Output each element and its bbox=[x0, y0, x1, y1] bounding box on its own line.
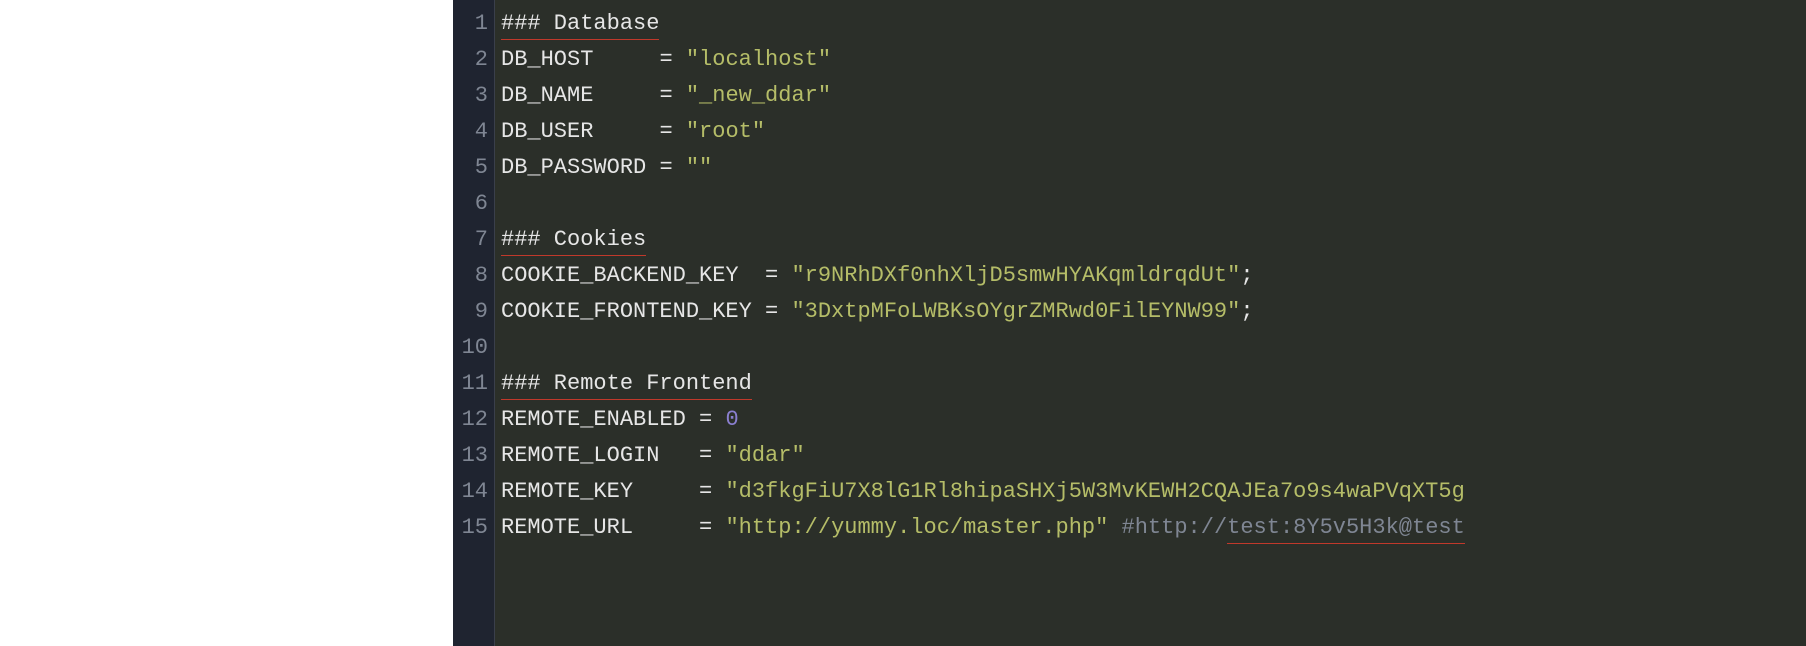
variable-name: COOKIE_FRONTEND_KEY bbox=[501, 299, 752, 324]
equals-operator: = bbox=[699, 515, 725, 540]
variable-name: DB_PASSWORD bbox=[501, 155, 646, 180]
line-number-gutter: 123456789101112131415 bbox=[453, 0, 495, 646]
variable-name: DB_NAME bbox=[501, 83, 593, 108]
variable-name: REMOTE_KEY bbox=[501, 479, 633, 504]
section-heading: ### Remote Frontend bbox=[501, 366, 752, 402]
value-literal: "_new_ddar" bbox=[686, 83, 831, 108]
code-line[interactable] bbox=[501, 186, 1806, 222]
value-literal: "r9NRhDXf0nhXljD5smwHYAKqmldrqdUt" bbox=[791, 263, 1240, 288]
equals-operator: = bbox=[699, 479, 725, 504]
value-literal: "3DxtpMFoLWBKsOYgrZMRwd0FilEYNW99" bbox=[791, 299, 1240, 324]
code-line[interactable]: DB_USER = "root" bbox=[501, 114, 1806, 150]
code-line[interactable]: DB_NAME = "_new_ddar" bbox=[501, 78, 1806, 114]
line-number: 3 bbox=[453, 78, 488, 114]
code-line[interactable]: REMOTE_ENABLED = 0 bbox=[501, 402, 1806, 438]
line-number: 6 bbox=[453, 186, 488, 222]
value-literal: "ddar" bbox=[725, 443, 804, 468]
inline-comment-error: test:8Y5v5H3k@test bbox=[1227, 510, 1465, 546]
line-number: 7 bbox=[453, 222, 488, 258]
semicolon: ; bbox=[1240, 299, 1253, 324]
equals-operator: = bbox=[659, 83, 685, 108]
line-number: 2 bbox=[453, 42, 488, 78]
equals-operator: = bbox=[699, 407, 725, 432]
line-number: 1 bbox=[453, 6, 488, 42]
value-literal: "root" bbox=[686, 119, 765, 144]
value-literal: "d3fkgFiU7X8lG1Rl8hipaSHXj5W3MvKEWH2CQAJ… bbox=[725, 479, 1464, 504]
code-line[interactable]: DB_HOST = "localhost" bbox=[501, 42, 1806, 78]
line-number: 10 bbox=[453, 330, 488, 366]
equals-operator: = bbox=[765, 263, 791, 288]
code-line[interactable] bbox=[501, 330, 1806, 366]
line-number: 14 bbox=[453, 474, 488, 510]
section-heading: ### Cookies bbox=[501, 222, 646, 258]
variable-name: REMOTE_ENABLED bbox=[501, 407, 686, 432]
equals-operator: = bbox=[765, 299, 791, 324]
value-literal: "localhost" bbox=[686, 47, 831, 72]
variable-name: DB_HOST bbox=[501, 47, 593, 72]
variable-name: REMOTE_URL bbox=[501, 515, 633, 540]
line-number: 11 bbox=[453, 366, 488, 402]
semicolon: ; bbox=[1240, 263, 1253, 288]
line-number: 9 bbox=[453, 294, 488, 330]
line-number: 8 bbox=[453, 258, 488, 294]
code-line[interactable]: REMOTE_URL = "http://yummy.loc/master.ph… bbox=[501, 510, 1806, 546]
line-number: 12 bbox=[453, 402, 488, 438]
code-line[interactable]: COOKIE_FRONTEND_KEY = "3DxtpMFoLWBKsOYgr… bbox=[501, 294, 1806, 330]
left-empty-pane bbox=[0, 0, 453, 646]
variable-name: COOKIE_BACKEND_KEY bbox=[501, 263, 739, 288]
code-line[interactable]: REMOTE_LOGIN = "ddar" bbox=[501, 438, 1806, 474]
variable-name: REMOTE_LOGIN bbox=[501, 443, 659, 468]
equals-operator: = bbox=[659, 155, 685, 180]
line-number: 15 bbox=[453, 510, 488, 546]
value-literal: 0 bbox=[725, 407, 738, 432]
code-editor[interactable]: ### DatabaseDB_HOST = "localhost"DB_NAME… bbox=[495, 0, 1806, 646]
value-literal: "http://yummy.loc/master.php" bbox=[725, 515, 1108, 540]
inline-comment: #http:// bbox=[1122, 515, 1228, 540]
equals-operator: = bbox=[659, 119, 685, 144]
equals-operator: = bbox=[659, 47, 685, 72]
code-line[interactable]: ### Remote Frontend bbox=[501, 366, 1806, 402]
variable-name: DB_USER bbox=[501, 119, 593, 144]
code-line[interactable]: ### Cookies bbox=[501, 222, 1806, 258]
code-line[interactable]: ### Database bbox=[501, 6, 1806, 42]
line-number: 13 bbox=[453, 438, 488, 474]
line-number: 5 bbox=[453, 150, 488, 186]
line-number: 4 bbox=[453, 114, 488, 150]
code-line[interactable]: COOKIE_BACKEND_KEY = "r9NRhDXf0nhXljD5sm… bbox=[501, 258, 1806, 294]
section-heading: ### Database bbox=[501, 6, 659, 42]
equals-operator: = bbox=[699, 443, 725, 468]
code-line[interactable]: REMOTE_KEY = "d3fkgFiU7X8lG1Rl8hipaSHXj5… bbox=[501, 474, 1806, 510]
code-line[interactable]: DB_PASSWORD = "" bbox=[501, 150, 1806, 186]
value-literal: "" bbox=[686, 155, 712, 180]
